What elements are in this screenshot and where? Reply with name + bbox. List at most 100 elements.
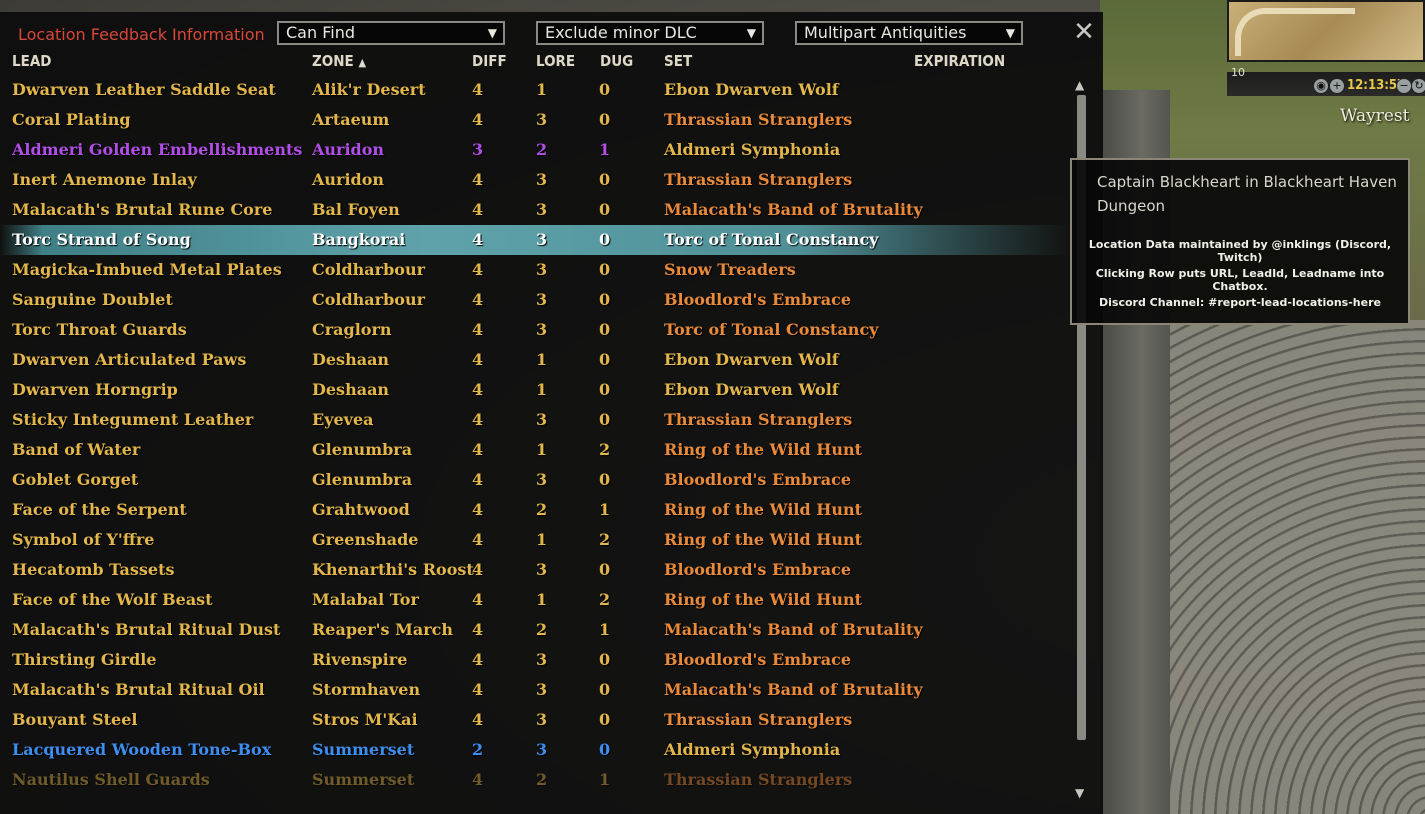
- lore-count-cell: 2: [536, 500, 548, 519]
- column-header-zone[interactable]: ZONE ▲: [312, 52, 366, 74]
- dlc-filter-dropdown[interactable]: Exclude minor DLC ▼: [536, 21, 764, 45]
- dug-count-cell: 0: [599, 710, 611, 729]
- set-name-cell: Snow Treaders: [664, 260, 796, 279]
- scroll-down-arrow-icon[interactable]: ▼: [1075, 786, 1084, 800]
- difficulty-cell: 4: [472, 320, 484, 339]
- lead-name: Malacath's Brutal Ritual Dust: [12, 620, 281, 639]
- table-row[interactable]: Bouyant Steel Stros M'Kai 4 3 0 Thrassian Str…: [0, 705, 1070, 735]
- lore-count-cell: 3: [536, 740, 548, 759]
- zoom-in-icon[interactable]: +: [1329, 78, 1345, 94]
- table-row[interactable]: Sanguine Doublet Coldharbour 4 3 0 Bloodlord'…: [0, 285, 1070, 315]
- table-row[interactable]: Goblet Gorget Glenumbra 4 3 0 Bloodlord's Emb…: [0, 465, 1070, 495]
- table-row[interactable]: Hecatomb Tassets Khenarthi's Roost 4 3 0 Bloo…: [0, 555, 1070, 585]
- lead-name: Nautilus Shell Guards: [12, 770, 210, 789]
- difficulty-cell: 4: [472, 200, 484, 219]
- difficulty-cell: 4: [472, 680, 484, 699]
- dug-count-cell: 0: [599, 230, 611, 249]
- column-header-dug[interactable]: DUG: [600, 52, 633, 74]
- set-name-cell: Aldmeri Symphonia: [664, 740, 841, 759]
- tooltip-heading: Captain Blackheart in Blackheart Haven D…: [1097, 173, 1397, 215]
- dug-count-cell: 1: [599, 620, 611, 639]
- dug-count-cell: 0: [599, 470, 611, 489]
- table-row[interactable]: Malacath's Brutal Ritual Dust Reaper's Ma…: [0, 615, 1070, 645]
- difficulty-cell: 4: [472, 500, 484, 519]
- zone-name-cell: Auridon: [312, 170, 385, 189]
- set-name-cell: Bloodlord's Embrace: [664, 560, 852, 579]
- lore-count-cell: 3: [536, 470, 548, 489]
- table-row[interactable]: Sticky Integument Leather Eyevea 4 3 0 Thrass…: [0, 405, 1070, 435]
- table-row[interactable]: Inert Anemone Inlay Auridon 4 3 0 Thrassian S…: [0, 165, 1070, 195]
- close-icon[interactable]: ✕: [1072, 19, 1096, 45]
- table-row[interactable]: Malacath's Brutal Ritual Oil Stormhaven 4 3…: [0, 675, 1070, 705]
- table-row[interactable]: Dwarven Leather Saddle Seat Alik'r Desert…: [0, 75, 1070, 105]
- dug-count-cell: 0: [599, 260, 611, 279]
- dug-count-cell: 1: [599, 140, 611, 159]
- dug-count-cell: 0: [599, 650, 611, 669]
- lead-name: Aldmeri Golden Embellishments: [12, 140, 303, 159]
- dug-count-cell: 0: [599, 110, 611, 129]
- zone-name-cell: Craglorn: [312, 320, 392, 339]
- zone-name-cell: Coldharbour: [312, 260, 426, 279]
- minimap-level: 10: [1231, 66, 1245, 79]
- lore-count-cell: 3: [536, 650, 548, 669]
- minimap-road: [1235, 8, 1355, 56]
- table-row[interactable]: Magicka-Imbued Metal Plates Coldharbour 4 3…: [0, 255, 1070, 285]
- column-header-lead[interactable]: LEAD: [12, 52, 51, 74]
- difficulty-cell: 4: [472, 170, 484, 189]
- lore-count-cell: 1: [536, 590, 548, 609]
- lead-name: Goblet Gorget: [12, 470, 139, 489]
- lore-count-cell: 2: [536, 140, 548, 159]
- lore-count-cell: 1: [536, 80, 548, 99]
- column-header-lore[interactable]: LORE: [536, 52, 575, 74]
- table-row[interactable]: Coral Plating Artaeum 4 3 0 Thrassian Strangl…: [0, 105, 1070, 135]
- set-name-cell: Ring of the Wild Hunt: [664, 440, 863, 459]
- zone-name-cell: Eyevea: [312, 410, 374, 429]
- table-row[interactable]: Malacath's Brutal Rune Core Bal Foyen 4 3 0 M…: [0, 195, 1070, 225]
- table-row[interactable]: Symbol of Y'ffre Greenshade 4 1 2 Ring of the…: [0, 525, 1070, 555]
- difficulty-cell: 4: [472, 560, 484, 579]
- table-row[interactable]: Nautilus Shell Guards Summerset 4 2 1 Thrassi…: [0, 765, 1070, 795]
- table-row[interactable]: Lacquered Wooden Tone-Box Summerset 2 3 0 Ald…: [0, 735, 1070, 765]
- antiquity-type-dropdown[interactable]: Multipart Antiquities ▼: [795, 21, 1023, 45]
- table-row[interactable]: Face of the Serpent Grahtwood 4 2 1 Ring of t…: [0, 495, 1070, 525]
- dug-count-cell: 0: [599, 320, 611, 339]
- set-name-cell: Thrassian Stranglers: [664, 410, 853, 429]
- table-row[interactable]: Aldmeri Golden Embellishments Auridon 3 2 1 A…: [0, 135, 1070, 165]
- difficulty-cell: 4: [472, 110, 484, 129]
- dropdown-value: Multipart Antiquities: [804, 23, 967, 42]
- can-find-dropdown[interactable]: Can Find ▼: [277, 21, 505, 45]
- table-row[interactable]: Band of Water Glenumbra 4 1 2 Ring of the Wil…: [0, 435, 1070, 465]
- table-row[interactable]: Dwarven Horngrip Deshaan 4 1 0 Ebon Dwarven W…: [0, 375, 1070, 405]
- dug-count-cell: 0: [599, 380, 611, 399]
- column-header-expiration[interactable]: EXPIRATION: [914, 52, 1005, 74]
- table-row[interactable]: Face of the Wolf Beast Malabal Tor 4 1 2 Ring…: [0, 585, 1070, 615]
- dug-count-cell: 0: [599, 350, 611, 369]
- lead-name: Hecatomb Tassets: [12, 560, 175, 579]
- lore-count-cell: 3: [536, 290, 548, 309]
- table-row[interactable]: Dwarven Articulated Paws Deshaan 4 1 0 Ebon D…: [0, 345, 1070, 375]
- dropdown-value: Can Find: [286, 23, 355, 42]
- table-row[interactable]: Thirsting Girdle Rivenspire 4 3 0 Bloodlord's…: [0, 645, 1070, 675]
- column-header-diff[interactable]: DIFF: [472, 52, 507, 74]
- zone-name-cell: Summerset: [312, 770, 415, 789]
- difficulty-cell: 4: [472, 710, 484, 729]
- set-name-cell: Thrassian Stranglers: [664, 710, 853, 729]
- set-name-cell: Malacath's Band of Brutality: [664, 200, 923, 219]
- refresh-icon[interactable]: ↻: [1411, 78, 1425, 94]
- dug-count-cell: 1: [599, 500, 611, 519]
- zoom-out-icon[interactable]: −: [1396, 78, 1412, 94]
- table-row[interactable]: Torc Strand of Song Bangkorai 4 3 0 Torc of T…: [0, 225, 1070, 255]
- map-pin-icon[interactable]: ◉: [1313, 78, 1329, 94]
- zone-name-cell: Summerset: [312, 740, 415, 759]
- difficulty-cell: 4: [472, 440, 484, 459]
- zone-name-cell: Bangkorai: [312, 230, 406, 249]
- lead-name: Torc Strand of Song: [12, 230, 191, 249]
- set-name-cell: Ebon Dwarven Wolf: [664, 350, 839, 369]
- difficulty-cell: 4: [472, 590, 484, 609]
- lore-count-cell: 1: [536, 440, 548, 459]
- scroll-up-arrow-icon[interactable]: ▲: [1075, 78, 1084, 92]
- zone-name-cell: Artaeum: [312, 110, 390, 129]
- table-row[interactable]: Torc Throat Guards Craglorn 4 3 0 Torc of Ton…: [0, 315, 1070, 345]
- column-header-set[interactable]: SET: [664, 52, 692, 74]
- dug-count-cell: 0: [599, 560, 611, 579]
